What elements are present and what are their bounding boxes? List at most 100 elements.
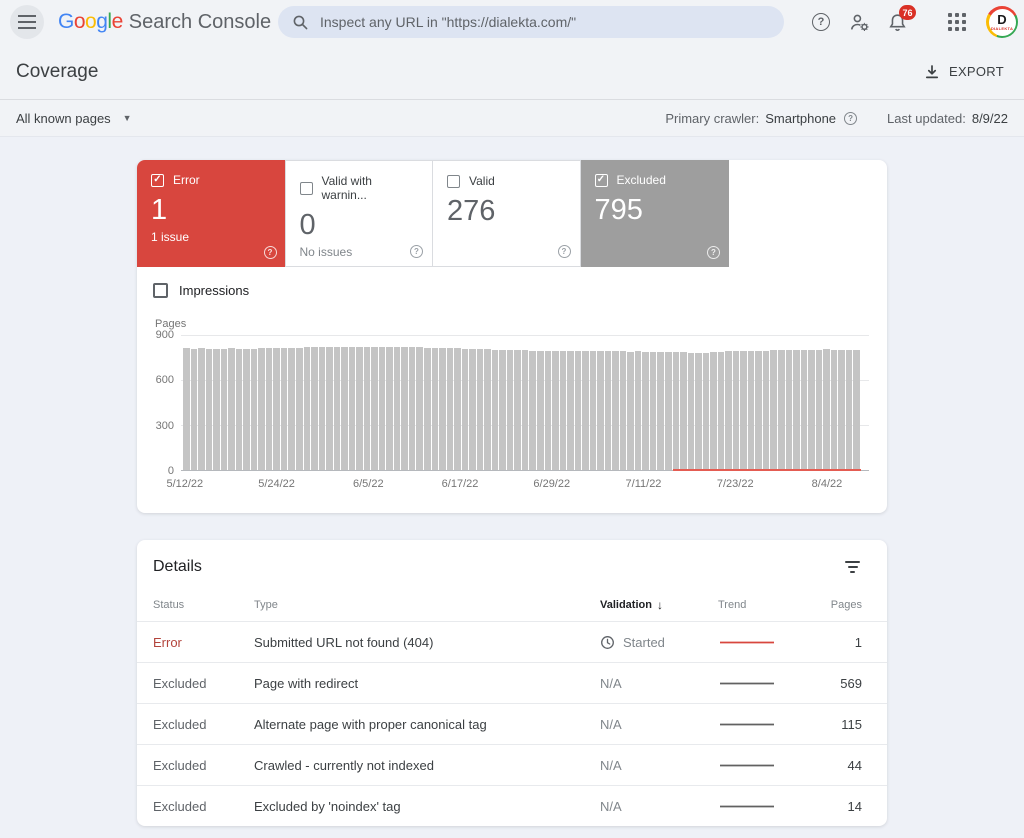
- chart-bar: [597, 351, 604, 470]
- status-card-checkbox[interactable]: ✓: [595, 174, 608, 187]
- row-type: Submitted URL not found (404): [254, 635, 600, 650]
- help-icon[interactable]: ?: [707, 246, 720, 259]
- table-row[interactable]: ExcludedAlternate page with proper canon…: [137, 703, 887, 744]
- chart-bar: [703, 353, 710, 470]
- chart-bar: [755, 351, 762, 470]
- chart-bar: [401, 347, 408, 470]
- column-header-pages[interactable]: Pages: [819, 599, 862, 611]
- y-tick: 300: [156, 420, 174, 432]
- status-card-value: 276: [447, 196, 568, 228]
- chart-bar: [356, 347, 363, 470]
- chart-bar: [642, 352, 649, 471]
- row-type: Alternate page with proper canonical tag: [254, 717, 600, 732]
- impressions-toggle[interactable]: Impressions: [153, 283, 887, 298]
- chart-bar: [575, 351, 582, 470]
- x-tick: 7/11/22: [626, 478, 662, 490]
- status-card-valid[interactable]: Valid 276?: [432, 160, 581, 267]
- table-filter-button[interactable]: [842, 558, 863, 576]
- row-status: Excluded: [153, 676, 254, 691]
- chart-bar: [364, 347, 371, 470]
- url-inspection-input[interactable]: [320, 14, 770, 30]
- row-type: Excluded by 'noindex' tag: [254, 799, 600, 814]
- chart-bar: [552, 351, 559, 470]
- help-button[interactable]: ?: [802, 3, 840, 41]
- chart-bar: [379, 347, 386, 470]
- status-card-valid-with-warnings[interactable]: Valid with warnin...0No issues?: [285, 160, 434, 267]
- google-logo-letter: G: [58, 10, 74, 33]
- table-row[interactable]: ExcludedPage with redirectN/A569: [137, 662, 887, 703]
- chart-plot-area[interactable]: [181, 335, 869, 471]
- notifications-button[interactable]: 76: [878, 3, 916, 41]
- url-inspection-searchbar[interactable]: [278, 6, 784, 38]
- page-scope-dropdown[interactable]: All known pages ▼: [16, 111, 132, 126]
- column-header-status[interactable]: Status: [153, 599, 254, 611]
- chart-bar: [469, 349, 476, 470]
- status-card-excluded[interactable]: ✓Excluded795?: [581, 160, 730, 267]
- help-icon[interactable]: ?: [264, 246, 277, 259]
- row-validation: N/A: [600, 799, 718, 814]
- row-trend-sparkline: [718, 676, 819, 690]
- chart-bar: [304, 347, 311, 470]
- status-card-checkbox[interactable]: ✓: [151, 174, 164, 187]
- row-validation: N/A: [600, 676, 718, 691]
- chart-bar: [846, 350, 853, 470]
- chart-bar: [673, 352, 680, 470]
- chart-bar: [620, 351, 627, 470]
- main-content: ✓Error11 issue?Valid with warnin...0No i…: [0, 137, 1024, 826]
- chevron-down-icon: ▼: [123, 113, 132, 123]
- column-header-validation[interactable]: Validation ↓: [600, 598, 718, 612]
- status-card-subtext: [447, 231, 568, 245]
- row-validation-text: N/A: [600, 758, 622, 773]
- status-card-subtext: No issues: [300, 245, 421, 259]
- account-avatar[interactable]: D DIALEKTA: [986, 6, 1018, 38]
- row-validation: N/A: [600, 758, 718, 773]
- help-icon[interactable]: ?: [558, 245, 571, 258]
- chart-y-axis: 900 600 300 0: [151, 335, 181, 471]
- google-apps-button[interactable]: [938, 3, 976, 41]
- chart-bar: [266, 348, 273, 470]
- chart-bar: [710, 352, 717, 470]
- page-title: Coverage: [16, 61, 98, 83]
- hamburger-menu-button[interactable]: [10, 5, 44, 39]
- clock-icon: [600, 635, 615, 650]
- chart-bar: [786, 350, 793, 470]
- details-panel: Details Status Type Validation ↓ Trend P…: [137, 540, 887, 826]
- chart-bar: [492, 350, 499, 470]
- row-pages-count: 44: [819, 758, 862, 773]
- chart-bar: [560, 351, 567, 470]
- app-logo[interactable]: Google Search Console: [58, 10, 271, 34]
- primary-crawler-value: Smartphone: [765, 111, 836, 126]
- filter-bar: All known pages ▼ Primary crawler: Smart…: [0, 100, 1024, 137]
- status-card-checkbox[interactable]: [447, 175, 460, 188]
- export-button[interactable]: EXPORT: [920, 58, 1008, 86]
- table-row[interactable]: ExcludedCrawled - currently not indexedN…: [137, 744, 887, 785]
- table-row[interactable]: ExcludedExcluded by 'noindex' tagN/A14: [137, 785, 887, 826]
- chart-bar: [432, 348, 439, 470]
- column-header-type[interactable]: Type: [254, 599, 600, 611]
- chart-bar: [251, 349, 258, 471]
- google-logo-letter: o: [74, 10, 85, 33]
- chart-bar: [808, 350, 815, 470]
- chart-bar: [838, 350, 845, 470]
- table-row[interactable]: ErrorSubmitted URL not found (404)Starte…: [137, 621, 887, 662]
- crawler-help-icon[interactable]: ?: [844, 112, 857, 125]
- status-card-label: Error: [173, 173, 200, 187]
- status-card-label: Valid with warnin...: [322, 174, 421, 202]
- status-card-checkbox[interactable]: [300, 182, 313, 195]
- chart-bar: [349, 347, 356, 470]
- chart-bar: [454, 348, 461, 470]
- x-tick: 7/23/22: [717, 478, 754, 490]
- crawler-info: Primary crawler: Smartphone ? Last updat…: [665, 111, 1008, 126]
- impressions-checkbox[interactable]: [153, 283, 168, 298]
- top-app-bar: Google Search Console ? 76: [0, 0, 1024, 44]
- row-validation-text: Started: [623, 635, 665, 650]
- status-card-label: Valid: [469, 174, 495, 188]
- column-header-trend[interactable]: Trend: [718, 599, 819, 611]
- status-card-error[interactable]: ✓Error11 issue?: [137, 160, 286, 267]
- user-settings-button[interactable]: [840, 3, 878, 41]
- chart-bar: [499, 350, 506, 470]
- app-logo-suffix: Search Console: [129, 11, 271, 34]
- chart-bar: [198, 348, 205, 470]
- help-icon[interactable]: ?: [410, 245, 423, 258]
- chart-bar: [816, 350, 823, 470]
